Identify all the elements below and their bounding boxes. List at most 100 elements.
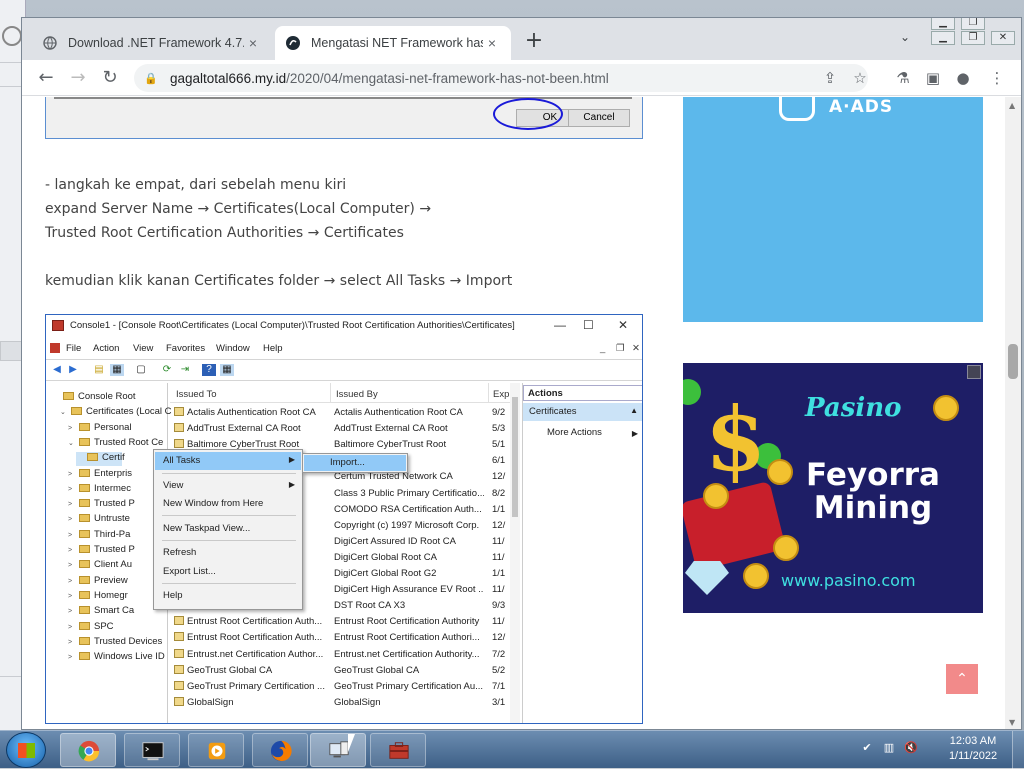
back-to-top-button[interactable]: ⌃ bbox=[946, 664, 978, 694]
toolbox-icon bbox=[389, 742, 409, 759]
actions-header: Actions bbox=[523, 385, 642, 401]
list-header: Issued To Issued By Exp bbox=[170, 383, 520, 403]
action-center-icon[interactable]: ✔ bbox=[860, 741, 874, 755]
tree-node-label: Trusted Root Ce bbox=[94, 436, 164, 448]
actions-more: More Actions bbox=[547, 427, 602, 438]
issued-by-cell: Certum Trusted Network CA bbox=[334, 471, 484, 482]
cell-text: Baltimore CyberTrust Root bbox=[334, 439, 447, 451]
show-desktop-button[interactable] bbox=[1012, 731, 1024, 769]
taskbar-firefox[interactable] bbox=[252, 733, 308, 767]
folder-icon bbox=[63, 392, 74, 400]
share-icon[interactable]: ⇪ bbox=[820, 68, 840, 88]
more-actions-arrow-icon: ▶ bbox=[631, 429, 638, 438]
ctx-new-taskpad: New Taskpad View... bbox=[163, 523, 251, 534]
taskbar-toolbox[interactable] bbox=[370, 733, 426, 767]
ctx-new-window: New Window from Here bbox=[163, 498, 264, 509]
tab-strip: Download .NET Framework 4.7.2 × Mengatas… bbox=[22, 18, 1021, 60]
tree-node: ⌄ Certificates (Local C bbox=[60, 406, 172, 420]
collapsed-chevron-icon: > bbox=[68, 516, 73, 524]
cell-text: Copyright (c) 1997 Microsoft Corp. bbox=[334, 519, 480, 531]
collapsed-chevron-icon: > bbox=[68, 592, 73, 600]
minimize-button[interactable]: ▁ bbox=[931, 18, 955, 30]
tree-node-label: Preview bbox=[94, 574, 128, 586]
start-button[interactable] bbox=[6, 732, 46, 768]
console-toolbar: ◀ ▶ ▤ ▦ ▢ ⟳ ⇥ ? ▦ bbox=[46, 359, 642, 381]
restore-button-2[interactable]: ❐ bbox=[961, 31, 985, 45]
tree-node-label: Smart Ca bbox=[94, 605, 135, 617]
page-scrollbar[interactable]: ▲ ▼ bbox=[1005, 97, 1021, 729]
submenu-arrow-icon: ▶ bbox=[288, 455, 295, 464]
clock[interactable]: 12:03 AM 1/11/2022 bbox=[942, 734, 1004, 764]
up-folder-icon: ▤ bbox=[94, 364, 104, 375]
adchoices-icon[interactable] bbox=[967, 365, 981, 379]
menu-kebab-icon[interactable]: ⋮ bbox=[987, 68, 1007, 88]
certificate-row: Actalis Authentication Root CA Actalis Au… bbox=[170, 407, 520, 423]
lab-flask-icon[interactable]: ⚗ bbox=[893, 68, 913, 88]
console-tree: Console Root ⌄ Certificates (Local C > Perso… bbox=[46, 383, 172, 723]
url-host: gagaltotal666.my.id bbox=[170, 70, 287, 86]
close-tab-icon[interactable]: × bbox=[483, 35, 501, 51]
expiration-cell: 5/2 bbox=[492, 665, 512, 676]
col-issued-by: Issued By bbox=[336, 389, 378, 400]
scroll-thumb[interactable] bbox=[1008, 344, 1018, 379]
close-button[interactable]: ✕ bbox=[991, 31, 1015, 45]
network-icon[interactable]: ▥ bbox=[882, 741, 896, 755]
cell-text: DigiCert Global Root G2 bbox=[334, 568, 437, 579]
col-expiration: Exp bbox=[493, 389, 510, 400]
tree-node-label: Untruste bbox=[94, 513, 130, 525]
taskbar-media-player[interactable] bbox=[188, 733, 244, 767]
cell-text: 12/ bbox=[492, 519, 506, 531]
pasino-banner[interactable]: $ Pasino Feyorra Mining www.pasino.com bbox=[683, 363, 983, 613]
tree-node: Console Root bbox=[52, 391, 136, 405]
tree-node: > Preview bbox=[68, 575, 128, 589]
issued-by-cell: Entrust Root Certification Authority bbox=[334, 616, 484, 627]
cell-text: 12/ bbox=[492, 632, 506, 644]
certificate-icon bbox=[174, 680, 184, 690]
minimize-button-2[interactable]: ▁ bbox=[931, 31, 955, 45]
context-menu: All Tasks ▶ View ▶ New Window from Here Ne… bbox=[153, 449, 303, 610]
scroll-down-icon[interactable]: ▼ bbox=[1009, 718, 1015, 727]
pasino-url: www.pasino.com bbox=[781, 571, 916, 590]
close-tab-icon[interactable]: × bbox=[244, 35, 262, 51]
cell-text: DST Root CA X3 bbox=[334, 600, 406, 612]
issued-to-cell: GeoTrust Global CA bbox=[174, 664, 328, 676]
taskbar-chrome[interactable] bbox=[60, 733, 116, 767]
certificate-icon bbox=[174, 439, 184, 449]
certificate-row: GeoTrust Primary Certification ... GeoTru… bbox=[170, 680, 520, 697]
cell-text: Entrust.net Certification Authority... bbox=[334, 648, 480, 660]
cell-text: 11/ bbox=[492, 535, 505, 547]
cell-text: 7/1 bbox=[492, 680, 506, 692]
issued-by-cell: AddTrust External CA Root bbox=[334, 423, 484, 434]
console-menu-favorites: Favorites bbox=[166, 343, 206, 354]
tab-download-net[interactable]: Download .NET Framework 4.7.2 × bbox=[32, 26, 272, 60]
export-icon: ⇥ bbox=[180, 364, 190, 375]
aads-banner[interactable]: A·ADS bbox=[683, 97, 983, 322]
bookmark-star-icon[interactable]: ☆ bbox=[850, 68, 870, 88]
tab-title: Mengatasi NET Framework has n bbox=[311, 36, 483, 50]
reload-icon[interactable]: ↻ bbox=[98, 66, 122, 90]
taskbar-cmd[interactable] bbox=[124, 733, 180, 767]
tab-mengatasi-net[interactable]: Mengatasi NET Framework has n × bbox=[275, 26, 511, 60]
side-panel-icon[interactable]: ▣ bbox=[923, 68, 943, 88]
collapse-up-icon: ▲ bbox=[630, 406, 638, 415]
forward-arrow-icon[interactable]: → bbox=[66, 66, 90, 90]
back-arrow-icon[interactable]: ← bbox=[34, 66, 58, 90]
new-tab-button[interactable]: + bbox=[522, 30, 546, 54]
issued-by-cell: GeoTrust Primary Certification Au... bbox=[334, 681, 484, 692]
restore-button[interactable]: ❐ bbox=[961, 18, 985, 30]
coin-icon bbox=[933, 395, 959, 421]
volume-muted-icon[interactable]: 🔇 bbox=[904, 741, 918, 755]
address-bar[interactable]: 🔒 gagaltotal666.my.id/2020/04/mengatasi-… bbox=[134, 64, 868, 92]
collapsed-chevron-icon: > bbox=[68, 638, 73, 646]
scroll-up-icon[interactable]: ▲ bbox=[1009, 101, 1015, 110]
article-line bbox=[45, 245, 645, 269]
issued-by-cell: Actalis Authentication Root CA bbox=[334, 407, 484, 418]
console-menu-action: Action bbox=[93, 343, 120, 354]
tree-node: > Windows Live ID bbox=[68, 651, 165, 665]
tab-search-chevron-icon[interactable]: ⌄ bbox=[895, 30, 915, 50]
profile-avatar-icon[interactable]: ● bbox=[953, 68, 973, 88]
cell-text: GeoTrust Global CA bbox=[187, 664, 273, 676]
folder-icon bbox=[79, 437, 90, 446]
cell-text: Class 3 Public Primary Certificatio... bbox=[334, 487, 484, 499]
cell-text: 5/2 bbox=[492, 664, 506, 676]
